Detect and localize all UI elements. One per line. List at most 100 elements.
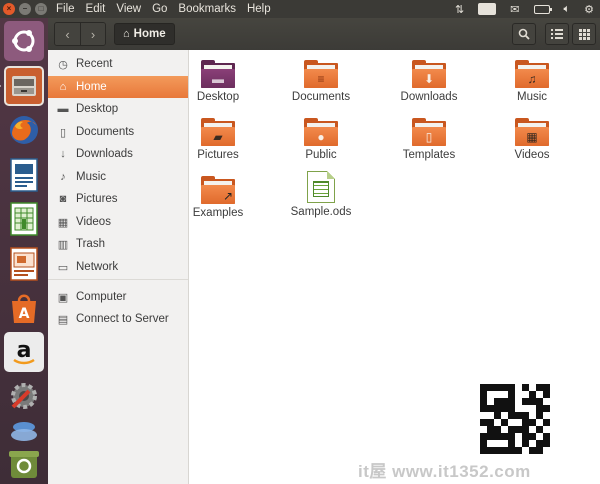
file-item-public[interactable]: ● Public xyxy=(281,118,361,161)
file-label: Sample.ods xyxy=(290,206,352,218)
minimize-window-button[interactable]: – xyxy=(19,3,31,15)
impress-icon[interactable] xyxy=(4,244,44,284)
grid-view-button[interactable] xyxy=(572,23,596,45)
file-item-desktop[interactable]: ▬ Desktop xyxy=(178,60,258,103)
calc-icon[interactable] xyxy=(4,199,44,239)
watermark-text: it屋 www.it1352.com xyxy=(358,462,531,481)
downloads-folder-icon: ⬇ xyxy=(412,60,446,88)
sidebar-item-label: Connect to Server xyxy=(76,313,169,325)
software-center-icon[interactable]: A xyxy=(4,288,44,328)
sidebar-item-label: Trash xyxy=(76,238,105,250)
pictures-folder-icon: ▰ xyxy=(201,118,235,146)
battery-icon[interactable] xyxy=(533,4,552,14)
keyboard-layout-indicator[interactable]: En xyxy=(478,3,497,15)
sidebar-item-pictures[interactable]: ◙ Pictures xyxy=(48,188,188,210)
sidebar-item-trash[interactable]: ▥ Trash xyxy=(48,233,188,255)
music-note-icon: ♪ xyxy=(60,171,66,183)
volume-icon[interactable]: 🔈︎ xyxy=(564,3,571,16)
top-panel: × – □ File Edit View Go Bookmarks Help ⇅… xyxy=(0,0,600,18)
public-folder-icon: ● xyxy=(304,118,338,146)
menu-file[interactable]: File xyxy=(56,3,75,15)
maximize-window-button[interactable]: □ xyxy=(35,3,47,15)
network-updown-icon[interactable]: ⇅ xyxy=(455,3,464,16)
file-item-downloads[interactable]: ⬇ Downloads xyxy=(389,60,469,103)
search-icon xyxy=(518,28,530,40)
power-gear-icon[interactable]: ⚙ xyxy=(584,3,594,16)
sidebar-item-connect-to-server[interactable]: ▤ Connect to Server xyxy=(48,308,188,330)
file-label: Desktop xyxy=(196,91,240,103)
drive-icon: ▣ xyxy=(57,291,69,304)
sidebar-item-computer[interactable]: ▣ Computer xyxy=(48,286,188,308)
writer-icon[interactable] xyxy=(4,155,44,195)
ubuntu-dash-icon[interactable] xyxy=(4,21,44,61)
music-folder-icon: ♫ xyxy=(515,60,549,88)
back-button[interactable]: ‹ xyxy=(55,23,80,45)
home-icon: ⌂ xyxy=(123,28,130,40)
places-sidebar: ◷ Recent ⌂ Home ▬ Desktop ▯ Documents ↓ … xyxy=(48,50,189,484)
sidebar-item-videos[interactable]: ▦ Videos xyxy=(48,211,188,233)
examples-link-folder-icon: ↗ xyxy=(201,176,235,204)
sidebar-item-downloads[interactable]: ↓ Downloads xyxy=(48,143,188,165)
files-icon[interactable] xyxy=(4,66,44,106)
forward-button[interactable]: › xyxy=(80,23,105,45)
breadcrumb-label: Home xyxy=(133,28,166,40)
firefox-icon[interactable] xyxy=(4,110,44,150)
file-manager-toolbar: ‹ › ⌂ Home xyxy=(48,18,600,50)
clock-icon: ◷ xyxy=(58,58,68,71)
file-item-music[interactable]: ♫ Music xyxy=(492,60,572,103)
sidebar-item-label: Home xyxy=(76,81,107,93)
amazon-icon[interactable]: a xyxy=(4,332,44,372)
sidebar-item-music[interactable]: ♪ Music xyxy=(48,166,188,188)
file-item-documents[interactable]: ≡ Documents xyxy=(281,60,361,103)
trash-icon[interactable] xyxy=(4,446,44,480)
menu-help[interactable]: Help xyxy=(247,3,271,15)
sidebar-item-label: Pictures xyxy=(76,193,118,205)
sidebar-item-desktop[interactable]: ▬ Desktop xyxy=(48,98,188,120)
server-icon: ▤ xyxy=(57,313,69,326)
sidebar-item-label: Computer xyxy=(76,291,127,303)
search-button[interactable] xyxy=(512,23,536,45)
breadcrumb-home[interactable]: ⌂ Home xyxy=(114,23,175,45)
file-item-sample-ods[interactable]: Sample.ods xyxy=(281,171,361,218)
templates-folder-icon: ▯ xyxy=(412,118,446,146)
camera-icon: ◙ xyxy=(59,193,67,205)
sidebar-item-recent[interactable]: ◷ Recent xyxy=(48,53,188,75)
qr-code-image xyxy=(480,384,550,454)
workspace-switcher-icon[interactable] xyxy=(4,416,44,448)
list-view-button[interactable] xyxy=(545,23,569,45)
menu-bookmarks[interactable]: Bookmarks xyxy=(178,3,236,15)
file-item-templates[interactable]: ▯ Templates xyxy=(389,118,469,161)
file-label: Templates xyxy=(402,149,456,161)
file-label: Downloads xyxy=(400,91,458,103)
sidebar-item-label: Music xyxy=(76,171,107,183)
sidebar-item-label: Downloads xyxy=(76,148,133,160)
mail-icon[interactable]: ✉ xyxy=(510,3,519,16)
sidebar-item-network[interactable]: ▭ Network xyxy=(48,256,188,278)
spreadsheet-file-icon xyxy=(307,171,335,203)
file-item-examples[interactable]: ↗ Examples xyxy=(178,176,258,219)
navigation-buttons: ‹ › xyxy=(54,22,106,46)
network-icon: ▭ xyxy=(57,261,69,274)
sidebar-item-label: Network xyxy=(76,261,119,273)
svg-text:a: a xyxy=(17,338,32,363)
system-settings-icon[interactable] xyxy=(4,376,44,416)
menu-view[interactable]: View xyxy=(116,3,141,15)
file-label: Videos xyxy=(514,149,550,161)
sidebar-item-label: Desktop xyxy=(76,103,119,115)
window-controls: × – □ xyxy=(3,3,49,15)
sidebar-item-home[interactable]: ⌂ Home xyxy=(48,76,188,98)
file-label: Music xyxy=(516,91,548,103)
menu-edit[interactable]: Edit xyxy=(86,3,106,15)
file-label: Examples xyxy=(192,207,244,219)
sidebar-item-label: Videos xyxy=(76,216,111,228)
trash-icon: ▥ xyxy=(57,238,69,251)
folder-icon: ▬ xyxy=(57,103,69,115)
close-window-button[interactable]: × xyxy=(3,3,15,15)
file-item-pictures[interactable]: ▰ Pictures xyxy=(178,118,258,161)
sidebar-item-documents[interactable]: ▯ Documents xyxy=(48,121,188,143)
list-view-icon xyxy=(551,29,563,39)
file-item-videos[interactable]: ▦ Videos xyxy=(492,118,572,161)
sidebar-divider xyxy=(48,279,188,280)
active-indicator xyxy=(0,82,1,90)
menu-go[interactable]: Go xyxy=(152,3,167,15)
